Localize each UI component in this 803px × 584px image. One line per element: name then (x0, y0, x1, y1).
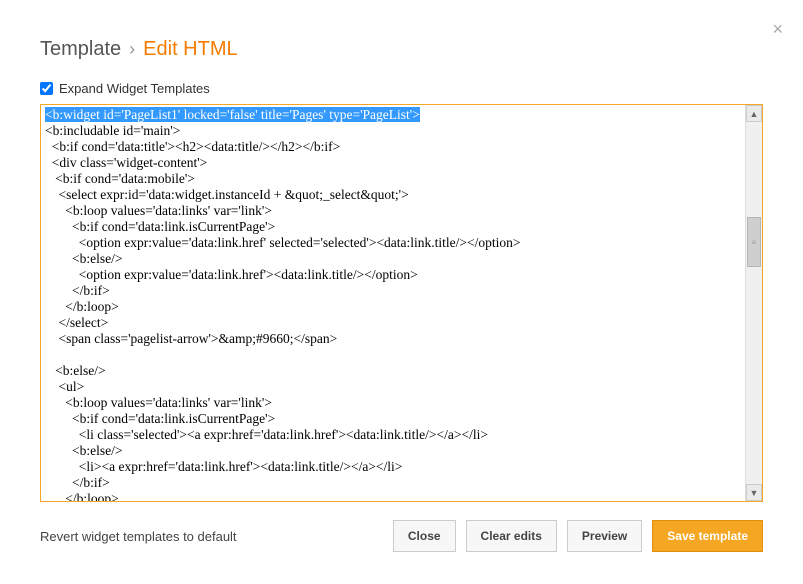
vertical-scrollbar[interactable]: ▲ ≡ ▼ (745, 105, 762, 501)
chevron-right-icon: › (129, 39, 135, 60)
breadcrumb-root[interactable]: Template (40, 38, 121, 61)
scrollbar-thumb[interactable]: ≡ (747, 217, 761, 267)
expand-widget-templates-checkbox[interactable]: Expand Widget Templates (0, 81, 803, 104)
edit-html-modal: × Template › Edit HTML Expand Widget Tem… (0, 0, 803, 584)
scroll-down-arrow-icon[interactable]: ▼ (746, 484, 762, 501)
clear-edits-button[interactable]: Clear edits (466, 520, 557, 552)
close-button[interactable]: Close (393, 520, 456, 552)
expand-widget-templates-label: Expand Widget Templates (59, 81, 210, 96)
breadcrumb-current: Edit HTML (143, 38, 237, 61)
code-textarea[interactable]: <b:widget id='PageList1' locked='false' … (41, 105, 745, 501)
modal-footer: Revert widget templates to default Close… (0, 502, 803, 552)
close-icon[interactable]: × (772, 20, 783, 38)
preview-button[interactable]: Preview (567, 520, 642, 552)
save-template-button[interactable]: Save template (652, 520, 763, 552)
breadcrumb: Template › Edit HTML (40, 38, 763, 61)
footer-buttons: Close Clear edits Preview Save template (393, 520, 763, 552)
scroll-up-arrow-icon[interactable]: ▲ (746, 105, 762, 122)
html-editor[interactable]: <b:widget id='PageList1' locked='false' … (40, 104, 763, 502)
expand-widget-templates-input[interactable] (40, 82, 53, 95)
revert-templates-link[interactable]: Revert widget templates to default (40, 529, 237, 544)
modal-header: Template › Edit HTML (0, 0, 803, 81)
scrollbar-track[interactable]: ≡ (746, 122, 762, 484)
